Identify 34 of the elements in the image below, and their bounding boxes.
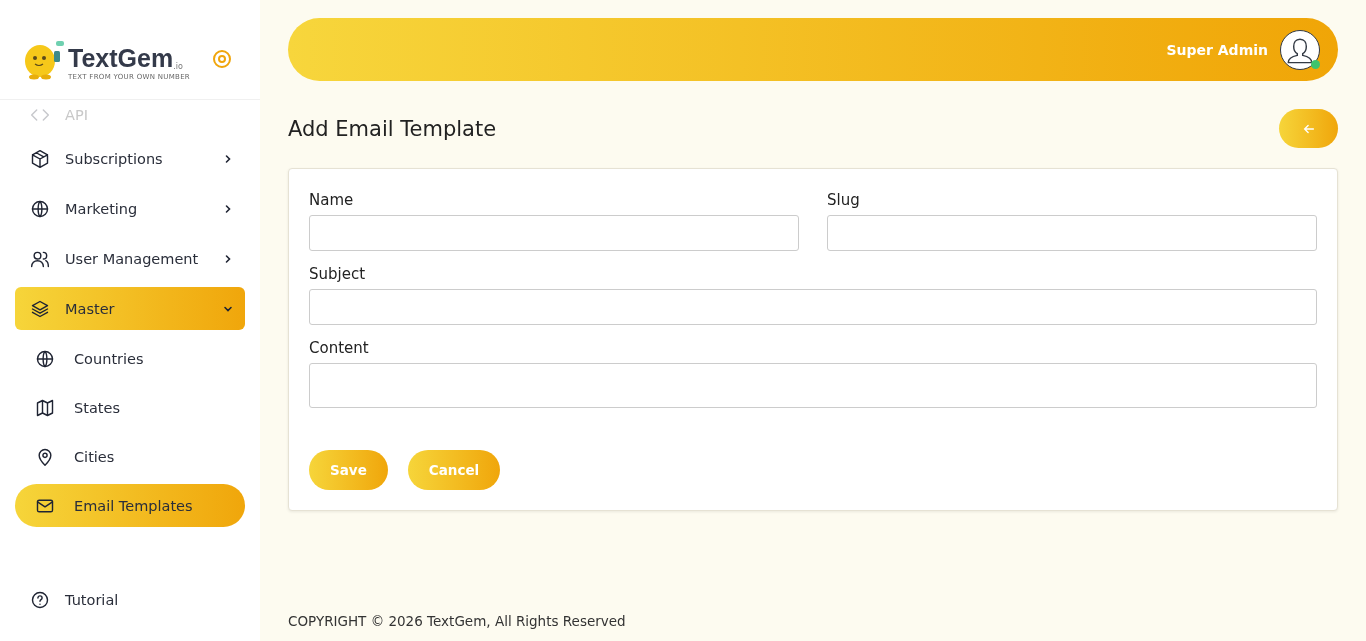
sidebar-item[interactable]: Tutorial [15,578,245,621]
help-icon [30,589,50,610]
layers-icon [30,298,50,319]
sidebar-item[interactable]: User Management [15,237,245,280]
sidebar-subitem[interactable]: States [15,386,245,429]
sidebar-item[interactable]: Marketing [15,187,245,230]
brand-suffix: .io [173,61,183,71]
field-label: Slug [827,191,861,209]
copyright-text: COPYRIGHT © 2026 TextGem, All Rights Reserved [288,613,627,629]
location-pin-icon [35,446,55,467]
sidebar-subitem[interactable]: Email Templates [15,484,245,527]
sidebar-subitem[interactable]: Cities [15,435,245,478]
page-title: Add Email Template [288,116,497,141]
field-label: Content [309,339,370,357]
globe-icon [35,348,55,369]
sidebar-item[interactable]: Master [15,287,245,330]
input-field[interactable] [827,215,1317,251]
user-avatar[interactable] [1280,29,1320,70]
sidebar-toggle-icon[interactable] [212,48,232,69]
sidebar-item[interactable]: Subscriptions [15,137,245,180]
box-icon [30,148,50,169]
globe-icon [30,198,50,219]
sidebar-subitem[interactable]: Countries [15,337,245,380]
field-label: Name [309,191,355,209]
map-icon [35,397,55,418]
input-field[interactable] [309,215,799,251]
back-button[interactable] [1279,109,1338,148]
brand-name: TextGem [68,45,174,71]
chevron-icon [223,153,233,164]
chevron-icon [223,253,233,264]
input-field[interactable] [309,289,1317,325]
chevron-icon [223,203,233,214]
field-label: Subject [309,265,367,283]
text-area[interactable] [309,363,1317,408]
